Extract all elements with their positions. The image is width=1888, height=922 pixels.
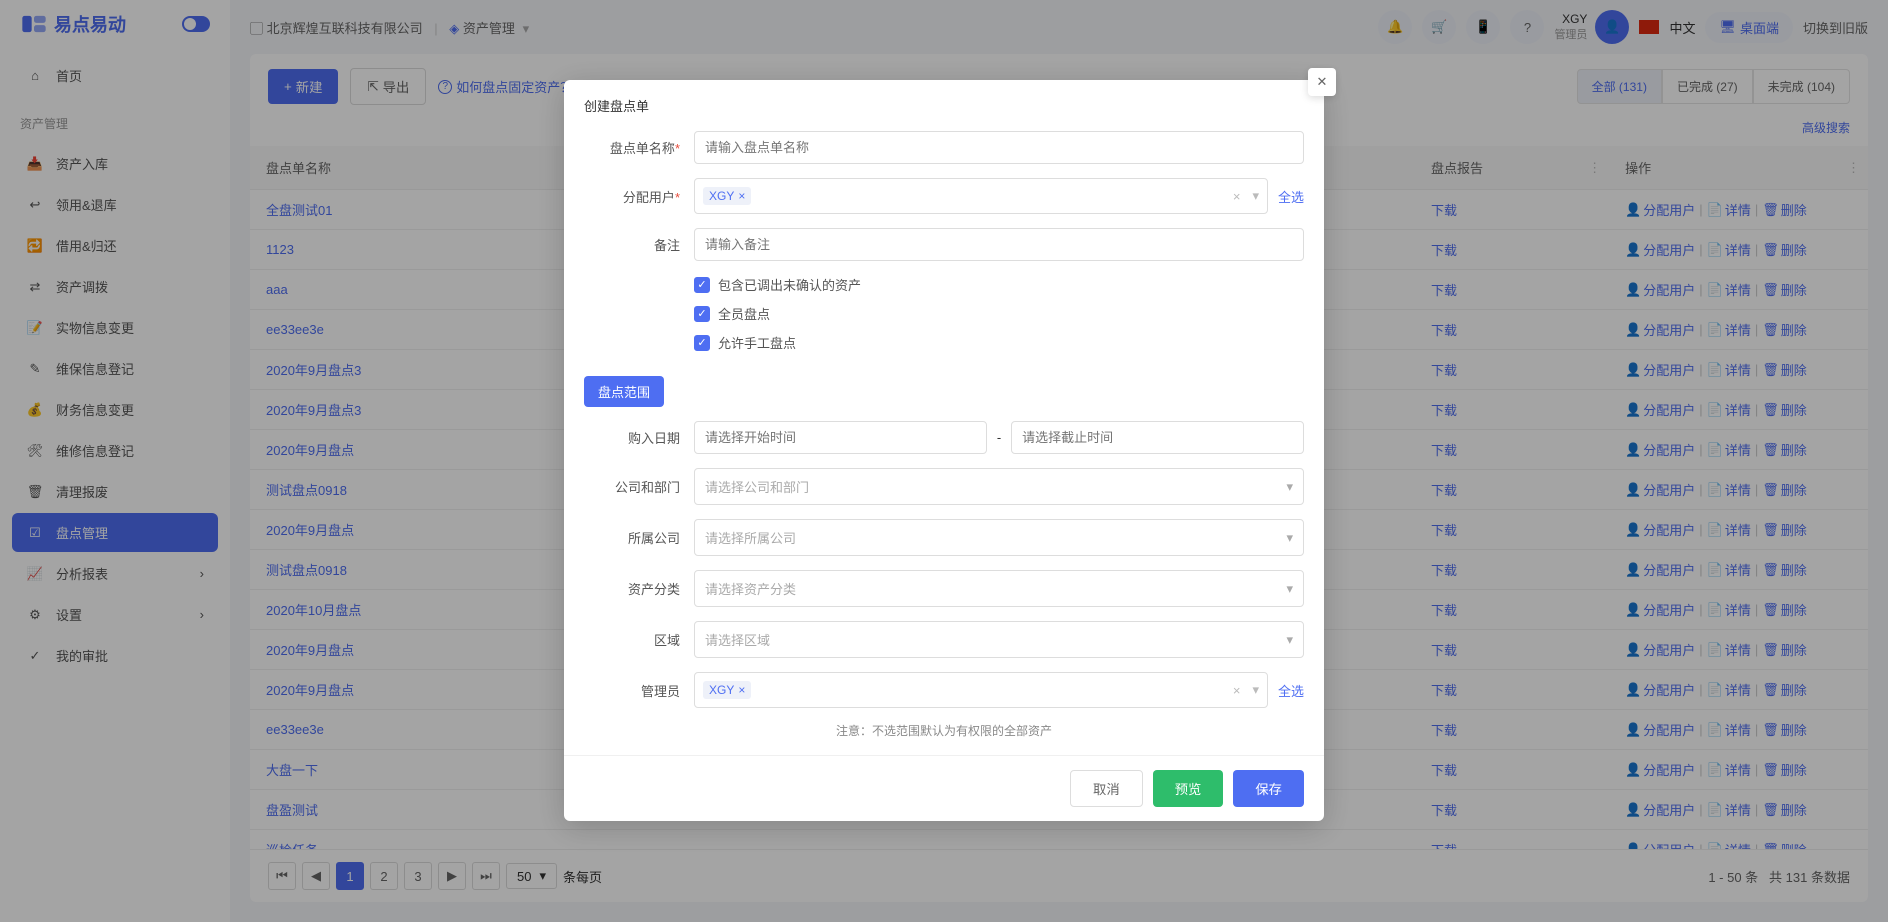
create-inventory-modal: ✕ 创建盘点单 盘点单名称* 分配用户* XGY× × ▾ [564, 80, 1324, 821]
scope-section-label: 盘点范围 [584, 376, 664, 407]
cancel-button[interactable]: 取消 [1070, 770, 1143, 807]
area-select[interactable]: 请选择区域▾ [694, 621, 1304, 658]
assign-user-input[interactable]: XGY× × ▾ [694, 178, 1268, 214]
company-select[interactable]: 请选择所属公司▾ [694, 519, 1304, 556]
chevron-down-icon[interactable]: ▾ [1252, 188, 1259, 204]
include-transfer-checkbox[interactable]: ✓ [694, 277, 710, 293]
remark-input[interactable] [694, 228, 1304, 261]
manual-checkbox[interactable]: ✓ [694, 335, 710, 351]
chevron-down-icon: ▾ [1286, 581, 1293, 597]
select-all-link[interactable]: 全选 [1278, 187, 1304, 206]
date-start-input[interactable] [694, 421, 987, 454]
date-end-input[interactable] [1011, 421, 1304, 454]
select-all-link[interactable]: 全选 [1278, 681, 1304, 700]
clear-icon[interactable]: × [1233, 189, 1241, 204]
name-input[interactable] [694, 131, 1304, 164]
admin-input[interactable]: XGY× × ▾ [694, 672, 1268, 708]
modal-title: 创建盘点单 [564, 80, 1324, 127]
close-button[interactable]: ✕ [1308, 68, 1336, 96]
clear-icon[interactable]: × [1233, 683, 1241, 698]
dept-select[interactable]: 请选择公司和部门▾ [694, 468, 1304, 505]
preview-button[interactable]: 预览 [1153, 770, 1224, 807]
all-staff-checkbox[interactable]: ✓ [694, 306, 710, 322]
chevron-down-icon: ▾ [1286, 632, 1293, 648]
remove-tag-icon[interactable]: × [738, 683, 745, 697]
user-tag[interactable]: XGY× [703, 187, 751, 205]
category-select[interactable]: 请选择资产分类▾ [694, 570, 1304, 607]
chevron-down-icon: ▾ [1286, 479, 1293, 495]
chevron-down-icon: ▾ [1286, 530, 1293, 546]
chevron-down-icon[interactable]: ▾ [1252, 682, 1259, 698]
save-button[interactable]: 保存 [1233, 770, 1304, 807]
scope-note: 注意：不选范围默认为有权限的全部资产 [584, 722, 1304, 739]
remove-tag-icon[interactable]: × [738, 189, 745, 203]
modal-overlay: ✕ 创建盘点单 盘点单名称* 分配用户* XGY× × ▾ [0, 0, 1888, 922]
user-tag[interactable]: XGY× [703, 681, 751, 699]
